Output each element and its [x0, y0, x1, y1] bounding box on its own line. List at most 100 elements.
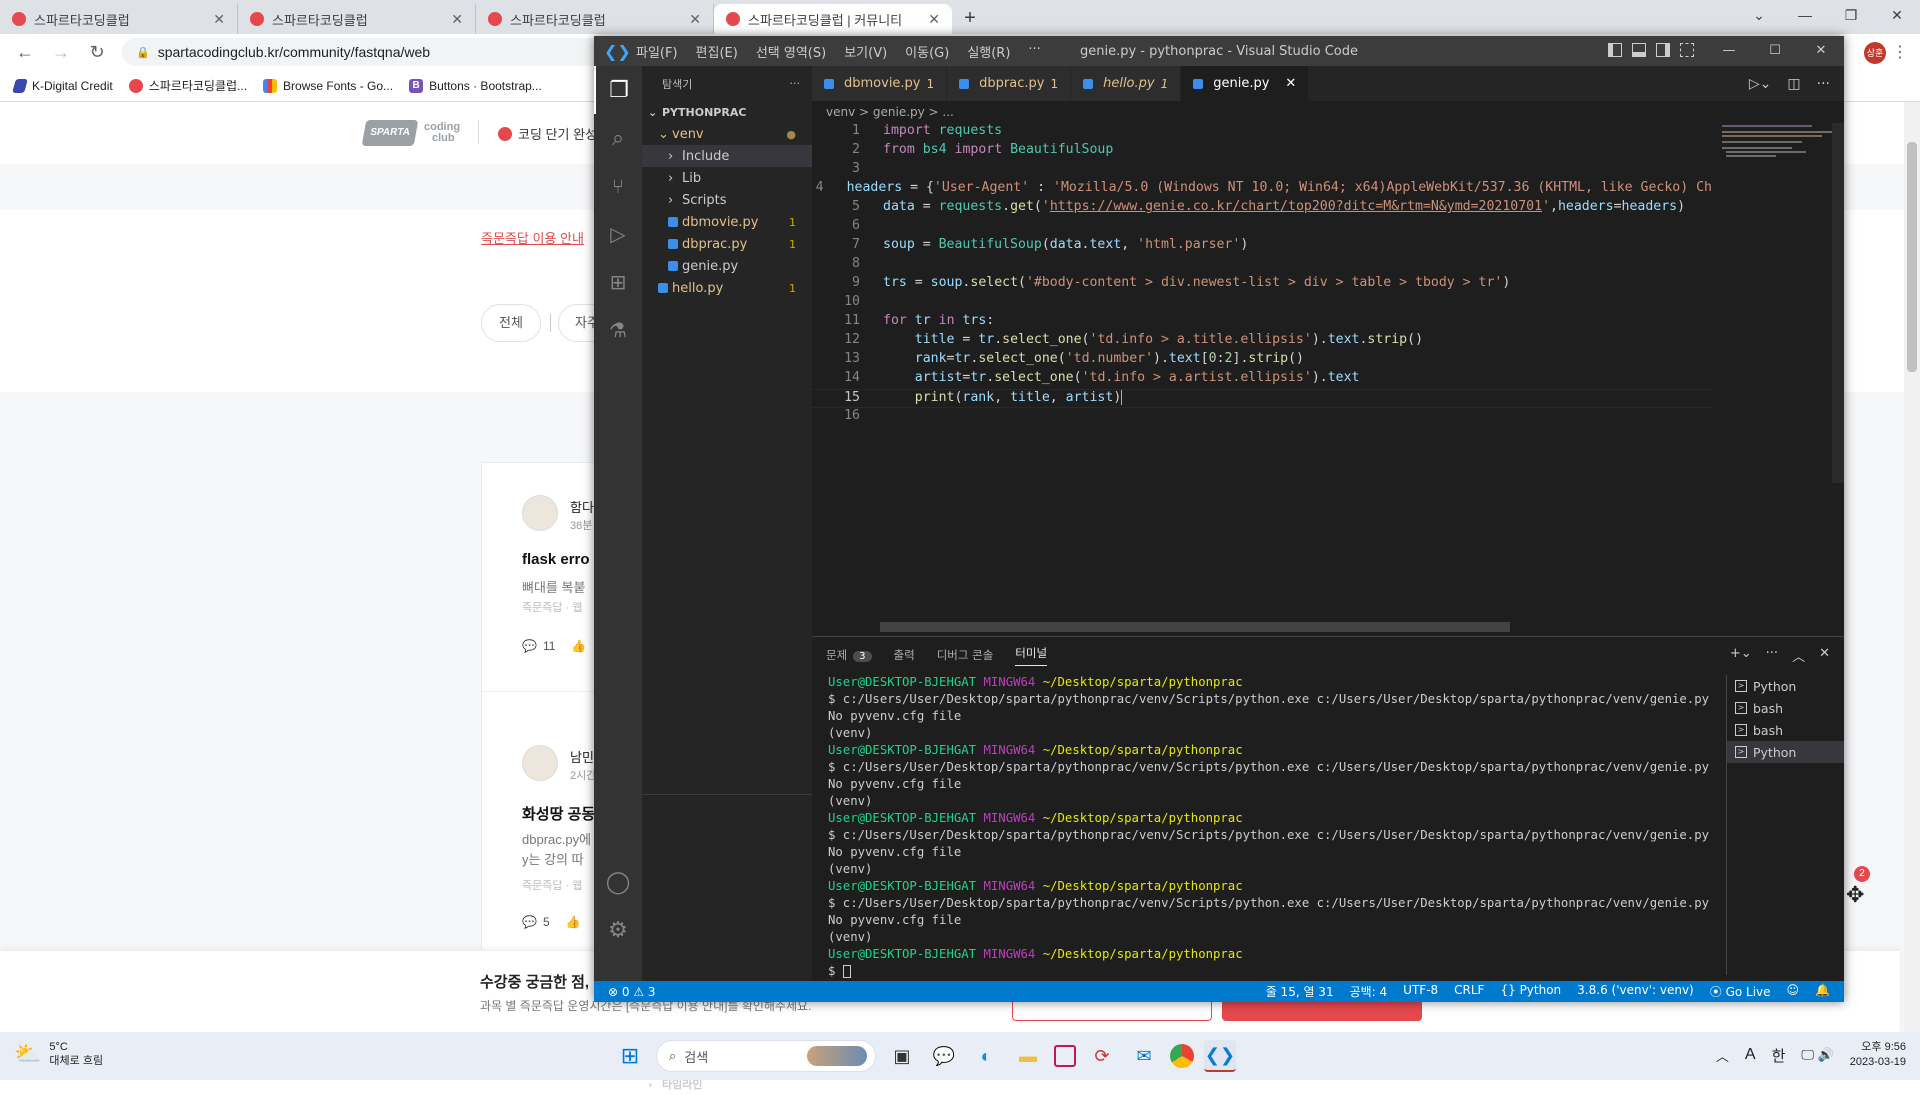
browser-tab[interactable]: 스파르타코딩클럽 ✕: [238, 4, 476, 34]
editor-more-icon[interactable]: ···: [1817, 76, 1830, 92]
back-icon[interactable]: ←: [14, 42, 36, 63]
reload-icon[interactable]: ↻: [86, 42, 108, 63]
code-editor[interactable]: 1 import requests 2 from bs4 import Beauti…: [812, 123, 1712, 623]
panel-more-icon[interactable]: ···: [1766, 646, 1778, 665]
run-python-icon[interactable]: ▷⌄: [1749, 76, 1772, 92]
editor-tab-preview[interactable]: hello.py 1: [1071, 66, 1182, 101]
chat-icon[interactable]: ✥: [1846, 882, 1864, 908]
new-terminal-icon[interactable]: +⌄: [1730, 646, 1752, 665]
post-title[interactable]: flask erro: [522, 551, 590, 568]
encoding[interactable]: UTF-8: [1403, 983, 1438, 1000]
tree-folder-lib[interactable]: › Lib: [642, 167, 812, 189]
maximize-panel-icon[interactable]: ︿: [1792, 646, 1805, 665]
end-of-line[interactable]: CRLF: [1454, 983, 1484, 1000]
bookmark[interactable]: 스파르타코딩클럽...: [128, 77, 247, 94]
task-view-icon[interactable]: ▣: [886, 1040, 918, 1072]
chevron-up-icon[interactable]: ︿: [1716, 1046, 1729, 1065]
python-interpreter[interactable]: 3.8.6 ('venv': venv): [1577, 983, 1694, 1000]
notifications-bell-icon[interactable]: 🔔: [1815, 983, 1830, 1000]
testing-icon[interactable]: ⚗: [594, 306, 642, 354]
toggle-secondary-sidebar-icon[interactable]: [1656, 43, 1670, 57]
like-icon[interactable]: 👍: [566, 915, 581, 929]
site-logo[interactable]: SPARTA coding club: [361, 120, 460, 146]
close-tab-icon[interactable]: ✕: [1285, 76, 1296, 91]
close-tab-icon[interactable]: ✕: [213, 11, 225, 28]
minimap[interactable]: [1712, 123, 1832, 623]
filter-chip-all[interactable]: 전체: [481, 304, 541, 342]
split-editor-icon[interactable]: ◫: [1787, 76, 1800, 92]
chrome-icon[interactable]: [1170, 1044, 1194, 1068]
close-window-button[interactable]: ✕: [1874, 0, 1920, 30]
taskbar-search[interactable]: ⌕ 검색: [656, 1040, 876, 1072]
browser-tab-active[interactable]: 스파르타코딩클럽 | 커뮤니티 ✕: [714, 4, 952, 34]
scroll-thumb[interactable]: [1907, 142, 1917, 372]
editor-tab-active[interactable]: genie.py ✕: [1181, 66, 1310, 101]
horizontal-scrollbar[interactable]: [880, 622, 1510, 632]
nav-item[interactable]: 코딩 단기 완성: [498, 124, 597, 143]
terminal-output[interactable]: User@DESKTOP-BJEHGAT MINGW64 ~/Desktop/s…: [828, 675, 1718, 981]
terminal-instance-active[interactable]: > Python: [1727, 741, 1844, 763]
terminal-instance[interactable]: > bash: [1727, 719, 1844, 741]
close-tab-icon[interactable]: ✕: [451, 11, 463, 28]
sync-app-icon[interactable]: ⟳: [1086, 1040, 1118, 1072]
tree-file-hello[interactable]: hello.py 1: [642, 277, 812, 299]
new-tab-button[interactable]: +: [952, 4, 988, 34]
tree-folder-scripts[interactable]: › Scripts: [642, 189, 812, 211]
tab-output[interactable]: 출력: [894, 647, 915, 663]
close-window-button[interactable]: ✕: [1798, 36, 1844, 66]
go-live-button[interactable]: ⦿ Go Live: [1710, 983, 1771, 1000]
minimize-button[interactable]: —: [1706, 36, 1752, 66]
run-debug-icon[interactable]: ▷: [594, 210, 642, 258]
tab-debug-console[interactable]: 디버그 콘솔: [937, 647, 994, 663]
restore-button[interactable]: ❐: [1828, 0, 1874, 30]
cursor-position[interactable]: 줄 15, 열 31: [1266, 983, 1334, 1000]
vscode-icon[interactable]: ❮❯: [1204, 1040, 1236, 1072]
tree-folder-include[interactable]: › Include: [642, 145, 812, 167]
tab-terminal[interactable]: 터미널: [1015, 645, 1048, 666]
bookmark[interactable]: B Buttons · Bootstrap...: [409, 78, 542, 93]
problems-status[interactable]: ⊗ 0 ⚠ 3: [594, 985, 656, 999]
tree-file-dbmovie[interactable]: dbmovie.py 1: [642, 211, 812, 233]
toggle-panel-icon[interactable]: [1632, 43, 1646, 57]
browser-menu-icon[interactable]: ⋮: [1892, 42, 1908, 62]
edge-icon[interactable]: ◐: [970, 1040, 1002, 1072]
source-control-icon[interactable]: ⑂: [594, 162, 642, 210]
browser-tab[interactable]: 스파르타코딩클럽 ✕: [476, 4, 714, 34]
search-icon[interactable]: ⌕: [594, 114, 642, 162]
tree-file-genie[interactable]: genie.py: [642, 255, 812, 277]
feedback-icon[interactable]: ☺: [1787, 983, 1800, 1000]
tab-problems[interactable]: 문제 3: [826, 647, 872, 663]
bookmark[interactable]: Browse Fonts - Go...: [263, 78, 393, 93]
forward-icon[interactable]: →: [50, 42, 72, 63]
breadcrumb[interactable]: venv > genie.py > ...: [812, 101, 1844, 123]
menu-run[interactable]: 실행(R): [967, 42, 1010, 61]
indentation[interactable]: 공백: 4: [1350, 983, 1388, 1000]
toggle-sidebar-icon[interactable]: [1608, 43, 1622, 57]
terminal-instance[interactable]: > Python: [1727, 675, 1844, 697]
account-icon[interactable]: ◯: [594, 858, 642, 906]
mail-icon[interactable]: ✉: [1128, 1040, 1160, 1072]
minimize-button[interactable]: —: [1782, 0, 1828, 30]
menu-more[interactable]: ···: [1028, 42, 1040, 61]
page-scrollbar[interactable]: [1904, 102, 1920, 1032]
start-button[interactable]: ⊞: [614, 1040, 646, 1072]
close-tab-icon[interactable]: ✕: [689, 11, 701, 28]
comment-count[interactable]: 💬 5 👍: [522, 915, 581, 929]
editor-scrollbar[interactable]: [1832, 123, 1844, 483]
explorer-icon[interactable]: ❐: [594, 66, 642, 114]
profile-avatar[interactable]: 상훈: [1864, 42, 1886, 64]
project-root[interactable]: ⌄ PYTHONPRAC: [642, 101, 812, 123]
menu-view[interactable]: 보기(V): [844, 42, 887, 61]
close-panel-icon[interactable]: ✕: [1819, 646, 1830, 665]
tree-folder-venv[interactable]: ⌄ venv ●: [642, 123, 812, 145]
ime-language[interactable]: 한: [1772, 1045, 1786, 1066]
terminal-input-line[interactable]: $: [828, 964, 1718, 981]
bookmark[interactable]: K-Digital Credit: [12, 78, 113, 93]
weather-widget[interactable]: ⛅ 5°C 대체로 흐림: [14, 1040, 103, 1068]
ime-mode[interactable]: A: [1745, 1046, 1756, 1064]
network-volume-icon[interactable]: 🖵 🔊: [1801, 1047, 1833, 1063]
menu-selection[interactable]: 선택 영역(S): [756, 42, 826, 61]
settings-gear-icon[interactable]: ⚙: [594, 906, 642, 954]
app-icon[interactable]: [1054, 1045, 1076, 1067]
comment-count[interactable]: 💬 11 👍: [522, 639, 586, 653]
